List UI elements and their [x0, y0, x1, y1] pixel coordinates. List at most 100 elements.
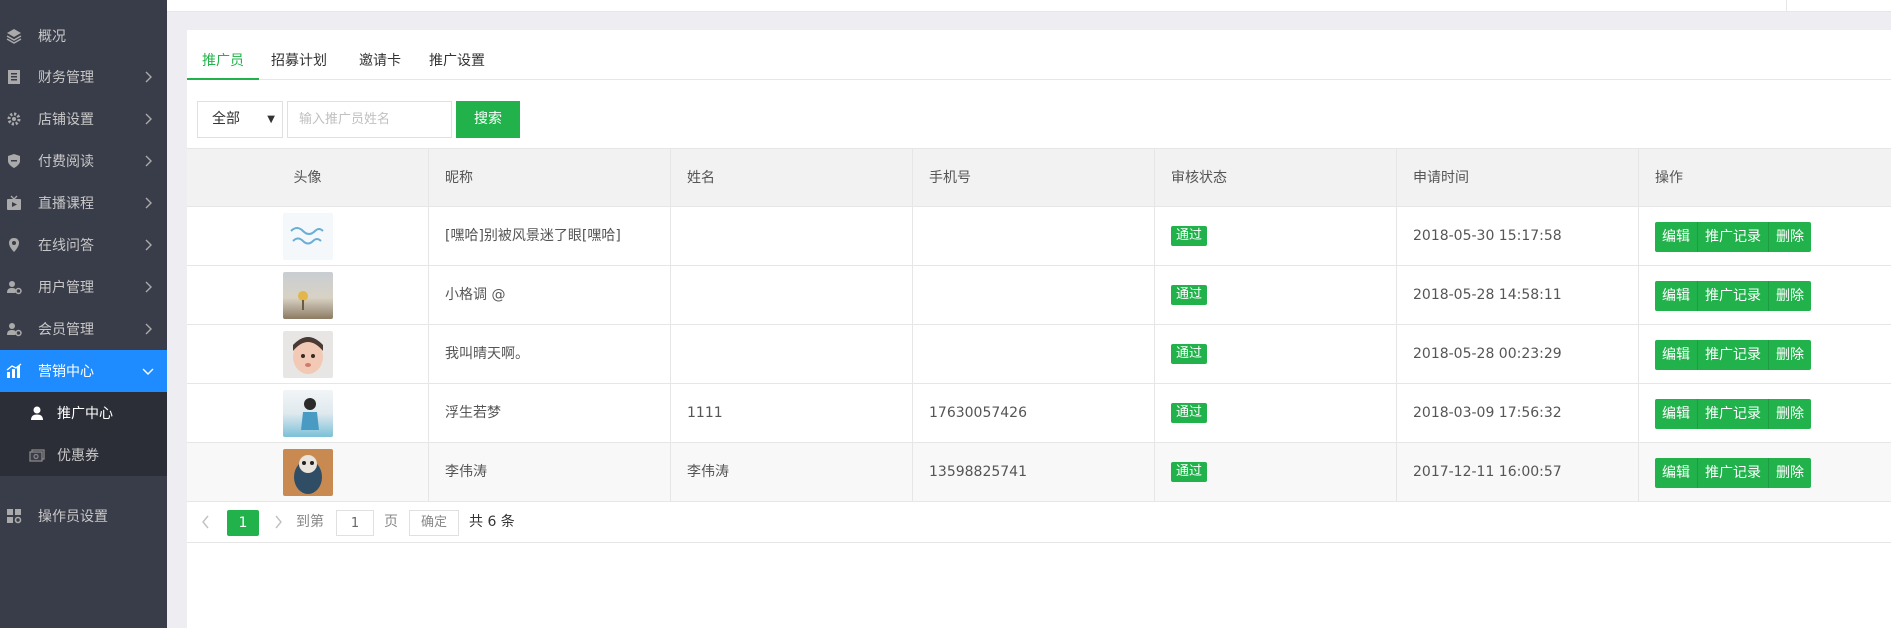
- sidebar-item-marketing-center[interactable]: 营销中心: [0, 350, 167, 392]
- divider: [1786, 0, 1787, 12]
- sidebar-item-user-management[interactable]: 用户管理: [0, 266, 167, 308]
- promotion-records-button[interactable]: 推广记录: [1698, 281, 1769, 311]
- submenu-item-promotion-center[interactable]: 推广中心: [0, 392, 167, 434]
- nickname-cell: 浮生若梦: [429, 384, 671, 443]
- sidebar-item-operator-settings[interactable]: 操作员设置: [0, 495, 167, 537]
- time-cell: 2017-12-11 16:00:57: [1397, 443, 1639, 502]
- delete-button[interactable]: 删除: [1769, 340, 1811, 370]
- promotion-records-button[interactable]: 推广记录: [1698, 222, 1769, 252]
- tab-recruitment-plan[interactable]: 招募计划: [263, 30, 335, 80]
- phone-cell: [913, 207, 1155, 266]
- tab-promoters[interactable]: 推广员: [187, 30, 259, 80]
- delete-button[interactable]: 删除: [1769, 399, 1811, 429]
- status-cell: 通过: [1155, 207, 1397, 266]
- bar-chart-icon: [6, 363, 22, 379]
- goto-prefix: 到第: [296, 514, 324, 530]
- location-pin-icon: [6, 237, 22, 253]
- row-actions: 编辑 推广记录 删除: [1655, 222, 1811, 252]
- user-gear-icon: [6, 279, 22, 295]
- chevron-right-icon: [145, 155, 152, 167]
- chevron-down-icon: [142, 368, 154, 375]
- edit-button[interactable]: 编辑: [1655, 399, 1698, 429]
- status-badge: 通过: [1171, 462, 1208, 482]
- sidebar-item-shop-settings[interactable]: 店铺设置: [0, 98, 167, 140]
- sidebar-item-online-qa[interactable]: 在线问答: [0, 224, 167, 266]
- goto-confirm-button[interactable]: 确定: [409, 510, 459, 536]
- avatar: [283, 449, 333, 496]
- tab-invitation-card[interactable]: 邀请卡: [349, 30, 411, 80]
- marketing-submenu: 推广中心 优惠券: [0, 392, 167, 476]
- tab-promotion-settings[interactable]: 推广设置: [421, 30, 493, 80]
- tab-bar: 推广员 招募计划 邀请卡 推广设置: [187, 30, 1891, 80]
- table-row: 浮生若梦 1111 17630057426 通过 2018-03-09 17:5…: [187, 384, 1891, 443]
- table-row: 小格调 @ 通过 2018-05-28 14:58:11 编辑 推广记录 删除: [187, 266, 1891, 325]
- row-actions: 编辑 推广记录 删除: [1655, 399, 1811, 429]
- time-cell: 2018-05-28 00:23:29: [1397, 325, 1639, 384]
- chevron-right-icon: [145, 323, 152, 335]
- ledger-icon: [6, 69, 22, 85]
- submenu-item-label: 优惠券: [57, 448, 99, 464]
- nickname-cell: 李伟涛: [429, 443, 671, 502]
- sidebar-item-label: 用户管理: [38, 280, 94, 296]
- sidebar-item-label: 营销中心: [38, 364, 94, 380]
- status-filter-value: 全部: [212, 111, 240, 127]
- promotion-records-button[interactable]: 推广记录: [1698, 458, 1769, 488]
- shield-icon: [6, 153, 22, 169]
- avatar-cell: [187, 325, 429, 384]
- status-cell: 通过: [1155, 266, 1397, 325]
- avatar: [283, 331, 333, 378]
- phone-cell: [913, 325, 1155, 384]
- time-cell: 2018-05-30 15:17:58: [1397, 207, 1639, 266]
- delete-button[interactable]: 删除: [1769, 281, 1811, 311]
- submenu-item-label: 推广中心: [57, 406, 113, 422]
- actions-cell: 编辑 推广记录 删除: [1639, 207, 1891, 266]
- sidebar-item-finance[interactable]: 财务管理: [0, 56, 167, 98]
- row-actions: 编辑 推广记录 删除: [1655, 458, 1811, 488]
- sidebar: 概况 财务管理 店铺设置 付费阅读 直播课程 在线问答 用户管理 会员管理 营销…: [0, 0, 167, 628]
- pagination: 1 到第 页 确定 共 6 条: [187, 502, 1891, 543]
- goto-suffix: 页: [384, 514, 398, 530]
- sidebar-item-member-management[interactable]: 会员管理: [0, 308, 167, 350]
- total-count: 共 6 条: [469, 514, 515, 530]
- delete-button[interactable]: 删除: [1769, 222, 1811, 252]
- submenu-item-coupons[interactable]: 优惠券: [0, 434, 167, 476]
- sidebar-item-paid-reading[interactable]: 付费阅读: [0, 140, 167, 182]
- chevron-right-icon[interactable]: [271, 513, 285, 531]
- edit-button[interactable]: 编辑: [1655, 458, 1698, 488]
- actions-cell: 编辑 推广记录 删除: [1639, 266, 1891, 325]
- edit-button[interactable]: 编辑: [1655, 222, 1698, 252]
- edit-button[interactable]: 编辑: [1655, 340, 1698, 370]
- avatar-cell: [187, 207, 429, 266]
- sidebar-item-overview[interactable]: 概况: [0, 15, 167, 57]
- column-header-actions: 操作: [1655, 170, 1683, 186]
- phone-cell: [913, 266, 1155, 325]
- search-button[interactable]: 搜索: [456, 101, 520, 138]
- sidebar-item-live-courses[interactable]: 直播课程: [0, 182, 167, 224]
- status-cell: 通过: [1155, 325, 1397, 384]
- tv-icon: [6, 195, 22, 211]
- phone-cell: 17630057426: [913, 384, 1155, 443]
- chevron-right-icon: [145, 239, 152, 251]
- chevron-left-icon[interactable]: [199, 513, 213, 531]
- grid-gear-icon: [6, 508, 22, 524]
- goto-page-input[interactable]: [336, 510, 374, 536]
- delete-button[interactable]: 删除: [1769, 458, 1811, 488]
- search-input[interactable]: [287, 101, 452, 138]
- row-actions: 编辑 推广记录 删除: [1655, 340, 1811, 370]
- sidebar-item-label: 概况: [38, 29, 66, 45]
- status-filter-select[interactable]: 全部 ▼: [197, 101, 283, 138]
- sidebar-item-label: 直播课程: [38, 196, 94, 212]
- caret-down-icon: ▼: [267, 114, 275, 125]
- page-current[interactable]: 1: [227, 510, 259, 536]
- sidebar-item-label: 店铺设置: [38, 112, 94, 128]
- table-row: 我叫晴天啊。 通过 2018-05-28 00:23:29 编辑 推广记录 删除: [187, 325, 1891, 384]
- actions-cell: 编辑 推广记录 删除: [1639, 325, 1891, 384]
- nickname-cell: 小格调 @: [429, 266, 671, 325]
- promotion-records-button[interactable]: 推广记录: [1698, 399, 1769, 429]
- status-badge: 通过: [1171, 403, 1208, 423]
- promotion-records-button[interactable]: 推广记录: [1698, 340, 1769, 370]
- sidebar-item-label: 会员管理: [38, 322, 94, 338]
- edit-button[interactable]: 编辑: [1655, 281, 1698, 311]
- phone-cell: 13598825741: [913, 443, 1155, 502]
- status-cell: 通过: [1155, 384, 1397, 443]
